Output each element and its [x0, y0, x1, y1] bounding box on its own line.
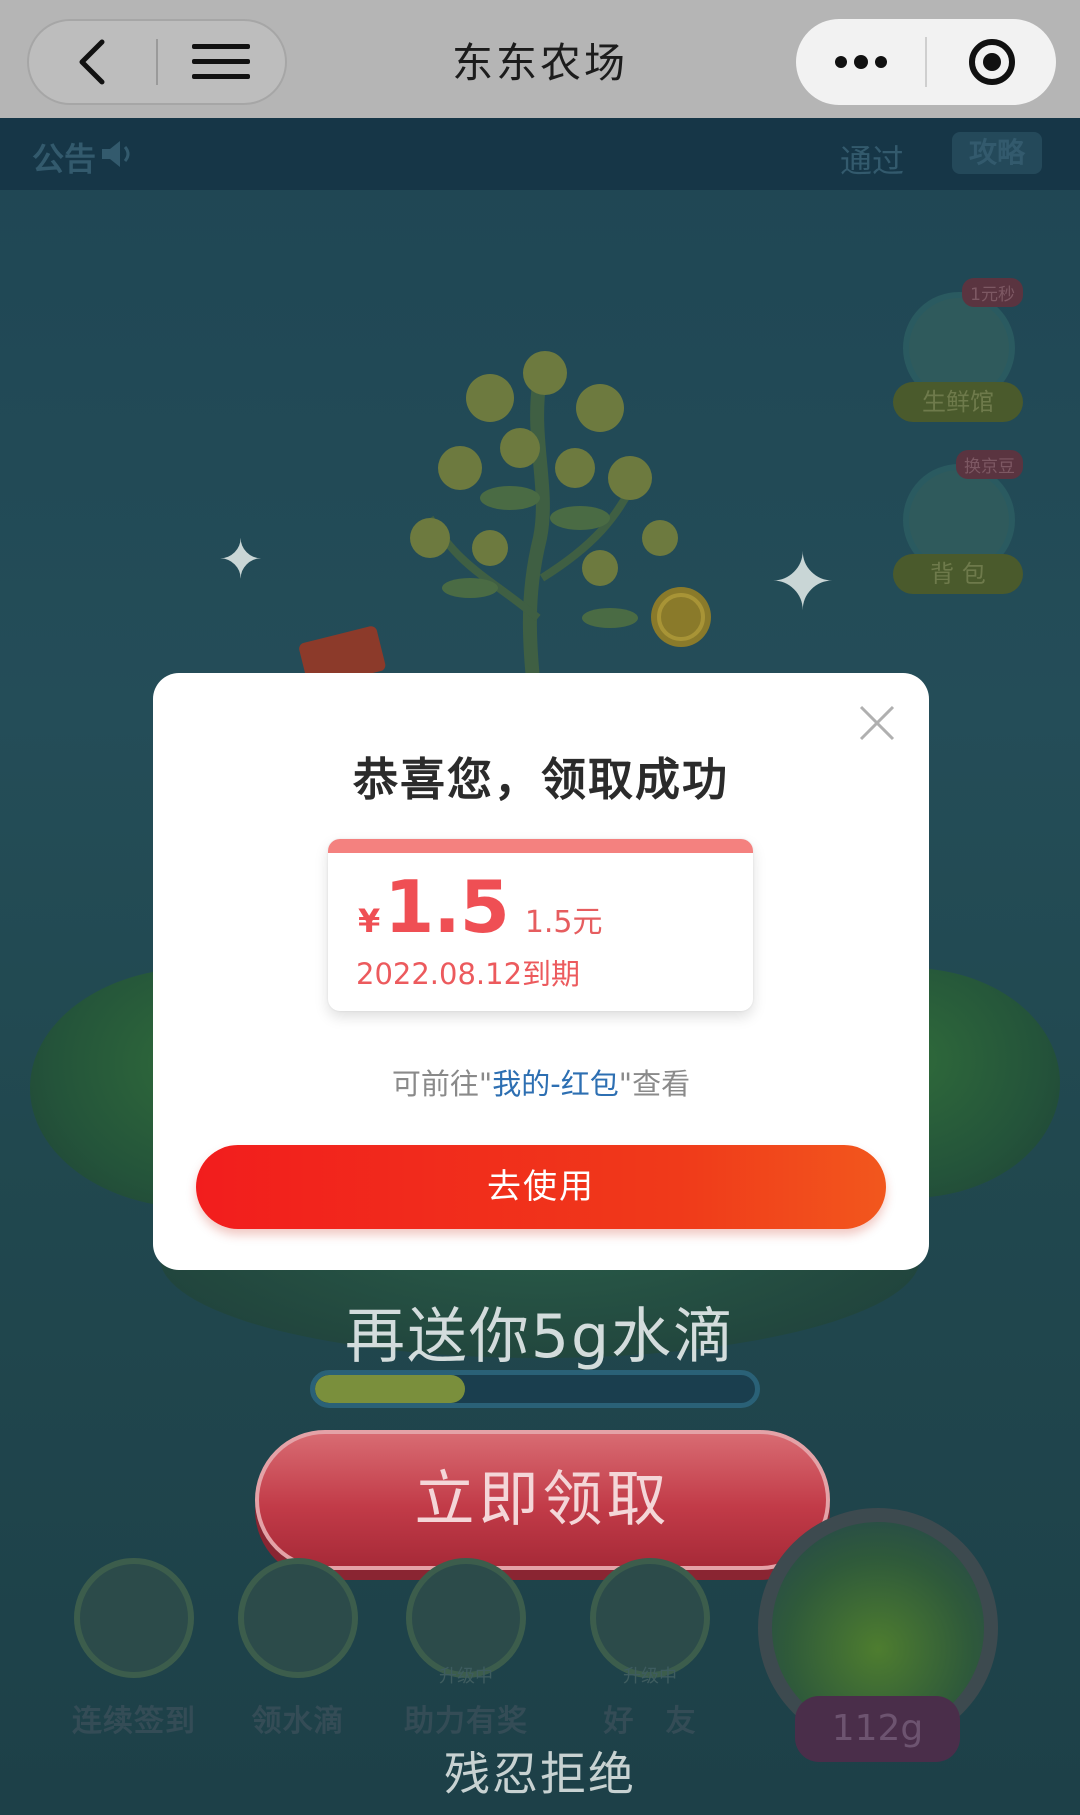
- water-progress-fill: [315, 1375, 465, 1403]
- claim-now-button[interactable]: 立即领取: [255, 1430, 830, 1570]
- coupon-top-strip: [328, 839, 753, 853]
- close-mini-program-button[interactable]: [927, 19, 1056, 105]
- calendar-icon: [74, 1558, 194, 1678]
- toolbar-label: 连续签到: [72, 1704, 196, 1739]
- side-label: 背 包: [893, 554, 1023, 594]
- toolbar-item-assist[interactable]: 升级中 助力有奖: [386, 1558, 546, 1740]
- sparkle-icon: ✦: [218, 528, 264, 591]
- coin-icon: [651, 587, 711, 647]
- more-dots-icon: [834, 55, 887, 69]
- target-circle-icon: [968, 39, 1015, 85]
- toolbar-item-friends[interactable]: 升级中 好 友: [570, 1558, 730, 1740]
- coupon-value: 1.5: [384, 865, 510, 949]
- water-drop-icon: [238, 1558, 358, 1678]
- more-button[interactable]: [796, 19, 925, 105]
- toolbar-item-get-water[interactable]: 领水滴: [218, 1558, 378, 1740]
- side-tag: 1元秒: [962, 278, 1023, 307]
- notice-bar[interactable]: 公告 通过 攻略: [0, 118, 1080, 190]
- dialog-title: 恭喜您，领取成功: [352, 753, 729, 806]
- coupon-amount: ¥ 1.5 1.5元: [358, 865, 603, 949]
- bonus-water-text: 再送你5g水滴: [344, 1302, 736, 1372]
- refuse-link[interactable]: 残忍拒绝: [0, 1738, 1080, 1804]
- water-progress-bar: [310, 1370, 760, 1408]
- guide-button[interactable]: 攻略: [952, 132, 1042, 174]
- hint-suffix: "查看: [618, 1067, 691, 1101]
- coupon-unit-text: 1.5元: [524, 905, 603, 940]
- lock-icon: [406, 1558, 526, 1678]
- coupon-currency: ¥: [358, 902, 381, 940]
- sparkle-icon: ✦: [770, 538, 836, 628]
- red-packet-coupon: ¥ 1.5 1.5元 2022.08.12到期: [328, 839, 753, 1011]
- toolbar-item-checkin[interactable]: 连续签到: [54, 1558, 214, 1740]
- toolbar-label: 助力有奖: [404, 1704, 528, 1739]
- upgrading-tag: 升级中: [623, 1666, 677, 1687]
- toolbar-label: 领水滴: [251, 1704, 345, 1739]
- dialog-hint: 可前往"我的-红包"查看: [153, 1061, 929, 1103]
- notice-label: 公告: [32, 140, 97, 178]
- hint-prefix: 可前往": [391, 1067, 493, 1101]
- coupon-expiry: 2022.08.12到期: [356, 957, 581, 991]
- mini-program-capsule: [796, 19, 1056, 105]
- upgrading-tag: 升级中: [439, 1666, 493, 1687]
- dialog-close-button[interactable]: [857, 703, 897, 743]
- fresh-store-button[interactable]: 1元秒 生鲜馆: [893, 278, 1023, 432]
- toolbar-label: 好 友: [603, 1704, 697, 1739]
- app-screen: 东东农场 公告 通过 攻略 1元秒 生鲜馆 换京豆 背 包 ✦ ✦ 再送你5g水…: [0, 0, 1080, 1815]
- claim-success-dialog: 恭喜您，领取成功 ¥ 1.5 1.5元 2022.08.12到期 可前往"我的-…: [153, 673, 929, 1270]
- backpack-button[interactable]: 换京豆 背 包: [893, 450, 1023, 604]
- use-now-button[interactable]: 去使用: [196, 1145, 886, 1229]
- side-label: 生鲜馆: [893, 382, 1023, 422]
- mini-program-navbar: 东东农场: [0, 0, 1080, 118]
- close-icon: [859, 705, 895, 741]
- notice-pass-text: 通过: [840, 142, 905, 180]
- speaker-icon: [102, 141, 130, 167]
- my-red-packet-link[interactable]: 我的-红包: [492, 1067, 618, 1101]
- lock-icon: [590, 1558, 710, 1678]
- side-tag: 换京豆: [956, 450, 1023, 479]
